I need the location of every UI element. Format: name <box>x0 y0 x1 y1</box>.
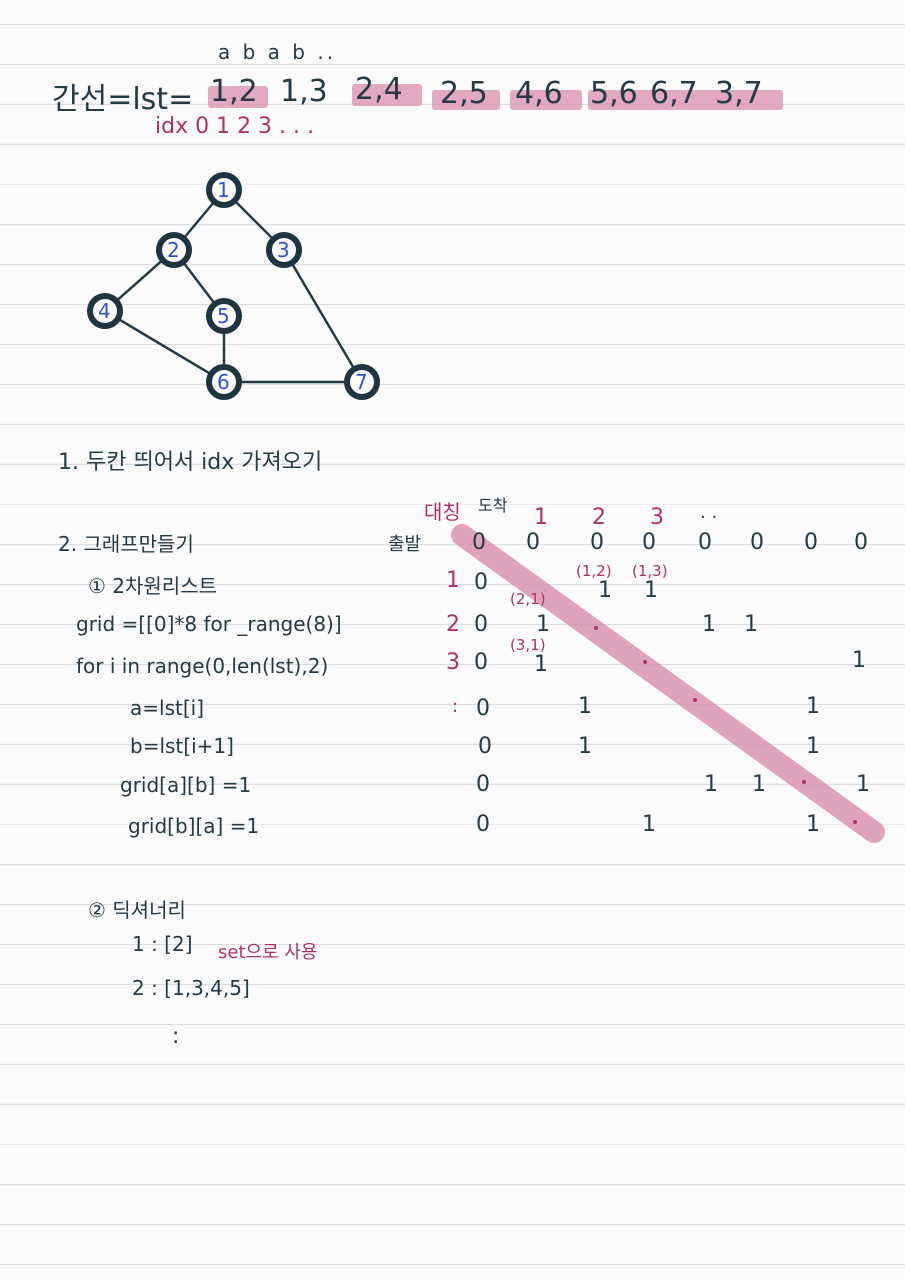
col-label-3: 3 <box>650 505 664 530</box>
one-cell: 1 <box>806 734 820 759</box>
one-cell: 1 <box>534 652 548 677</box>
symmetry-label: 대칭 <box>424 500 461 524</box>
zero-cell: 0 <box>478 734 492 759</box>
one-cell: 1 <box>744 612 758 637</box>
one-cell: 1 <box>852 648 866 673</box>
zero-cell: 0 <box>854 530 868 555</box>
col-label-2: 2 <box>592 505 606 530</box>
zero-cell: 0 <box>698 530 712 555</box>
symmetry-diagonal <box>451 524 885 843</box>
one-cell: 1 <box>578 734 592 759</box>
one-cell: 1 <box>642 812 656 837</box>
zero-cell: 0 <box>750 530 764 555</box>
one-cell: 1 <box>644 578 658 603</box>
zero-cell: 0 <box>476 696 490 721</box>
dict-dots: : <box>172 1024 180 1049</box>
zero-cell: 0 <box>474 650 488 675</box>
zero-cell: 0 <box>474 612 488 637</box>
one-cell: 1 <box>702 612 716 637</box>
zero-cell: 0 <box>804 530 818 555</box>
zero-cell: 0 <box>472 530 486 555</box>
zero-cell: 0 <box>642 530 656 555</box>
col-label-1: 1 <box>534 505 548 530</box>
one-cell: 1 <box>856 772 870 797</box>
one-cell: 1 <box>806 694 820 719</box>
dict-line-1: 1 : [2] <box>132 932 193 956</box>
zero-cell: 0 <box>474 570 488 595</box>
one-cell: 1 <box>536 612 550 637</box>
step3-title: ② 딕셔너리 <box>88 898 186 922</box>
annotation-2-1: (2,1) <box>510 590 546 608</box>
zero-cell: 0 <box>476 772 490 797</box>
row-label-1: 1 <box>446 568 460 593</box>
one-cell: 1 <box>806 812 820 837</box>
col-label-dots: . . <box>700 502 718 523</box>
row-label-3: 3 <box>446 650 460 675</box>
row-label-dots: : <box>452 696 459 717</box>
departure-label: 출발 <box>388 534 422 555</box>
dict-line-2: 2 : [1,3,4,5] <box>132 976 250 1000</box>
zero-cell: 0 <box>590 530 604 555</box>
zero-cell: 0 <box>526 530 540 555</box>
one-cell: 1 <box>752 772 766 797</box>
set-note: set으로 사용 <box>218 942 318 963</box>
one-cell: 1 <box>704 772 718 797</box>
arrival-label: 도착 <box>478 496 508 515</box>
zero-cell: 0 <box>476 812 490 837</box>
one-cell: 1 <box>578 694 592 719</box>
row-label-2: 2 <box>446 612 460 637</box>
one-cell: 1 <box>598 578 612 603</box>
